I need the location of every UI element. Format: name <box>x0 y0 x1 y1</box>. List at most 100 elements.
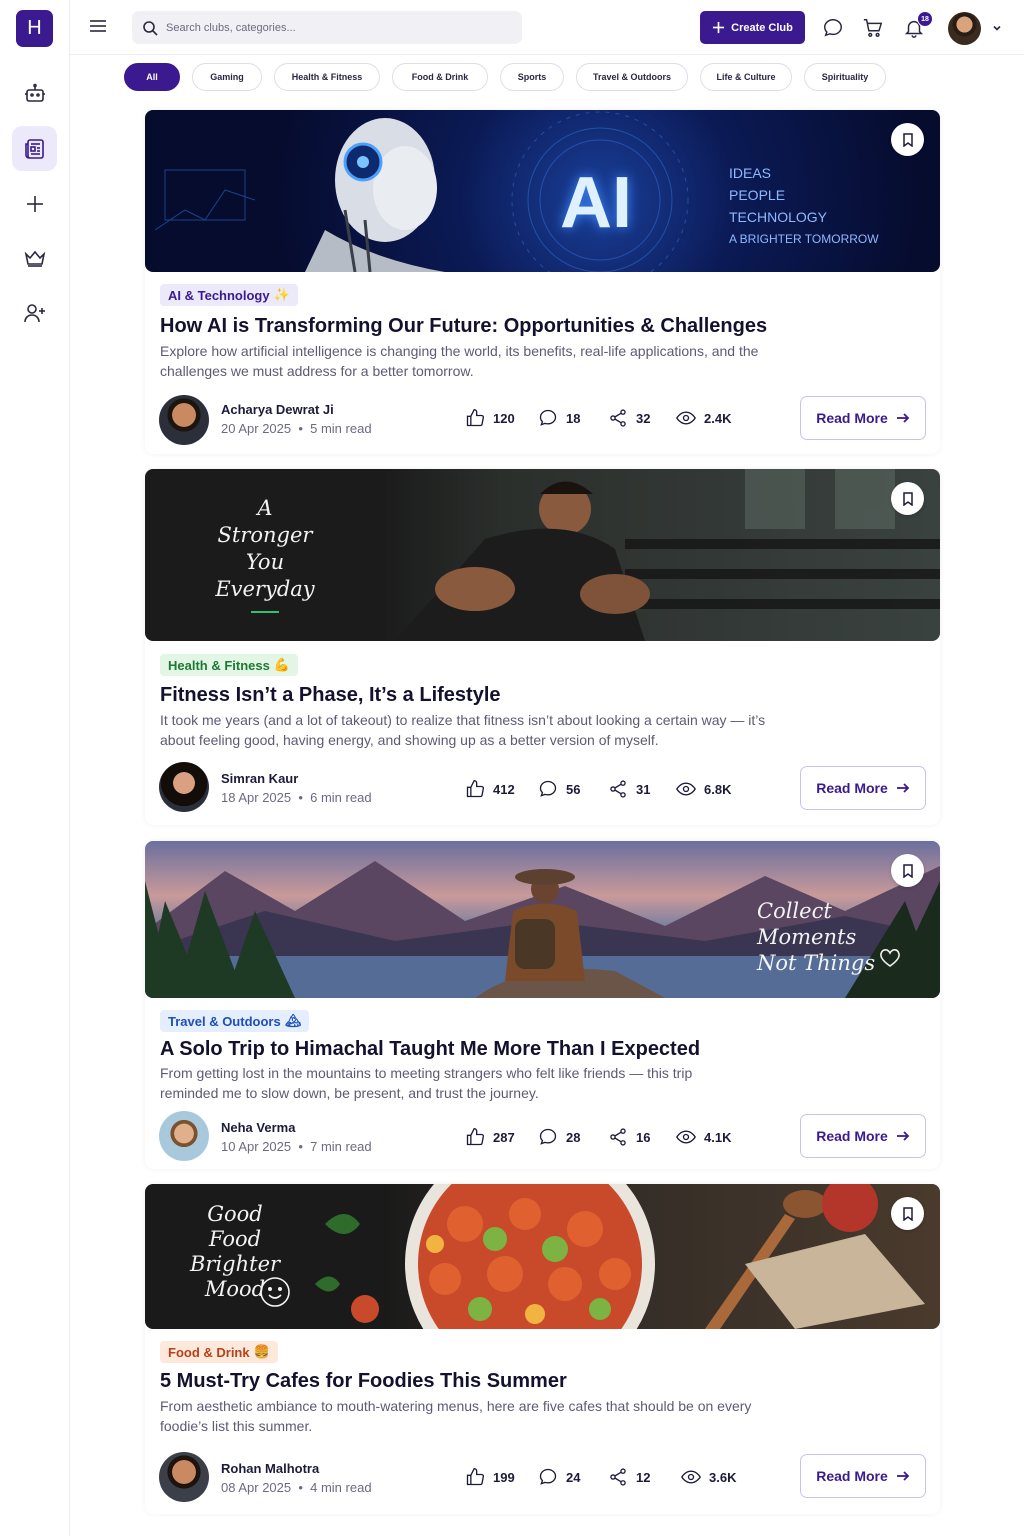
like-stat[interactable]: 120 <box>465 408 515 428</box>
banner-tagline: IDEAS PEOPLE TECHNOLOGY A BRIGHTER TOMOR… <box>729 162 879 250</box>
sidebar-item-feed[interactable] <box>12 126 57 171</box>
post-title[interactable]: 5 Must-Try Cafes for Foodies This Summer <box>160 1370 567 1393</box>
post-title[interactable]: Fitness Isn’t a Phase, It’s a Lifestyle <box>160 684 501 707</box>
like-count: 120 <box>493 410 515 426</box>
author-name[interactable]: Rohan Malhotra <box>221 1461 319 1476</box>
banner-line-3: You <box>245 550 285 574</box>
read-more-label: Read More <box>816 1128 888 1144</box>
hamburger-menu-icon[interactable] <box>88 16 108 36</box>
category-tag[interactable]: Food & Drink 🍔 <box>160 1341 278 1363</box>
like-stat[interactable]: 412 <box>465 779 515 799</box>
banner-line-3: Not Things <box>757 951 876 975</box>
post-banner-image[interactable]: AI IDEAS PEOPLE TECHNOLOGY A BRIGHTER TO… <box>145 110 940 272</box>
sidebar-item-bot[interactable] <box>12 71 57 116</box>
bookmark-button[interactable] <box>891 482 924 515</box>
banner-quote: Collect Moments Not Things <box>757 898 875 976</box>
filter-chip-gaming[interactable]: Gaming <box>192 63 262 91</box>
read-more-button[interactable]: Read More <box>800 396 926 440</box>
comment-icon <box>539 1468 557 1485</box>
banner-ai-text: AI <box>560 163 632 243</box>
category-tag[interactable]: AI & Technology ✨ <box>160 284 298 306</box>
author-avatar[interactable] <box>159 395 209 445</box>
bookmark-button[interactable] <box>891 123 924 156</box>
read-more-label: Read More <box>816 780 888 796</box>
plus-icon <box>713 21 725 34</box>
read-more-button[interactable]: Read More <box>800 1454 926 1498</box>
comment-stat[interactable]: 56 <box>538 779 580 799</box>
create-club-button[interactable]: Create Club <box>700 11 805 44</box>
banner-line-1: Collect <box>757 899 832 923</box>
smiley-icon <box>260 1277 290 1307</box>
filter-chip-food-drink[interactable]: Food & Drink <box>392 63 488 91</box>
sparkle-icon: ✨ <box>273 287 290 302</box>
mountain-icon: 🏔 <box>284 1013 302 1028</box>
author-name[interactable]: Simran Kaur <box>221 771 298 786</box>
author-avatar[interactable] <box>159 762 209 812</box>
add-user-icon <box>23 303 45 322</box>
like-count: 287 <box>493 1129 515 1145</box>
share-stat[interactable]: 16 <box>608 1127 650 1147</box>
comment-stat[interactable]: 18 <box>538 408 580 428</box>
like-stat[interactable]: 287 <box>465 1127 515 1147</box>
heart-icon <box>880 949 900 967</box>
bookmark-button[interactable] <box>891 854 924 887</box>
author-name[interactable]: Neha Verma <box>221 1120 295 1135</box>
read-time: 7 min read <box>310 1139 372 1154</box>
app-logo[interactable]: H <box>16 10 53 47</box>
read-more-button[interactable]: Read More <box>800 766 926 810</box>
post-title[interactable]: How AI is Transforming Our Future: Oppor… <box>160 315 767 338</box>
share-stat[interactable]: 31 <box>608 779 650 799</box>
eye-icon <box>676 782 696 796</box>
comment-count: 24 <box>566 1469 581 1485</box>
share-stat[interactable]: 32 <box>608 408 650 428</box>
thumbs-up-icon <box>466 1127 484 1146</box>
filter-chip-sports[interactable]: Sports <box>500 63 564 91</box>
post-card: A Stronger You Everyday Health & Fitness… <box>145 469 940 825</box>
top-header: Create Club 18 <box>70 0 1024 55</box>
like-stat[interactable]: 199 <box>465 1467 515 1487</box>
filter-chip-health-fitness[interactable]: Health & Fitness <box>274 63 380 91</box>
arrow-right-icon <box>896 783 910 793</box>
bookmark-button[interactable] <box>891 1197 924 1230</box>
filter-chip-life-culture[interactable]: Life & Culture <box>700 63 792 91</box>
post-banner-image[interactable]: A Stronger You Everyday <box>145 469 940 641</box>
sidebar-item-add-friend[interactable] <box>12 290 57 335</box>
post-meta: 18 Apr 2025 • 6 min read <box>221 790 372 805</box>
author-avatar[interactable] <box>159 1111 209 1161</box>
view-count: 6.8K <box>704 781 732 797</box>
category-tag[interactable]: Travel & Outdoors 🏔 <box>160 1010 310 1032</box>
filter-chip-all[interactable]: All <box>124 63 180 91</box>
post-date: 10 Apr 2025 <box>221 1139 292 1154</box>
chat-icon[interactable] <box>822 17 844 39</box>
chevron-down-icon[interactable] <box>991 22 1003 34</box>
share-stat[interactable]: 12 <box>608 1467 650 1487</box>
cart-icon[interactable] <box>862 17 884 39</box>
post-meta: 10 Apr 2025 • 7 min read <box>221 1139 372 1154</box>
post-card: Collect Moments Not Things Travel & Outd… <box>145 841 940 1169</box>
read-more-button[interactable]: Read More <box>800 1114 926 1158</box>
filter-chip-spirituality[interactable]: Spirituality <box>804 63 886 91</box>
search-bar[interactable] <box>132 11 522 44</box>
filter-chip-travel-outdoors[interactable]: Travel & Outdoors <box>576 63 688 91</box>
banner-line-3: Brighter <box>189 1252 281 1276</box>
author-avatar[interactable] <box>159 1452 209 1502</box>
sidebar-item-premium[interactable] <box>12 235 57 280</box>
author-name[interactable]: Acharya Dewrat Ji <box>221 402 334 417</box>
category-tag-label: AI & Technology <box>168 287 270 303</box>
comment-stat[interactable]: 24 <box>538 1467 580 1487</box>
like-count: 412 <box>493 781 515 797</box>
user-avatar[interactable] <box>948 12 981 45</box>
post-meta: 08 Apr 2025 • 4 min read <box>221 1480 372 1495</box>
post-title[interactable]: A Solo Trip to Himachal Taught Me More T… <box>160 1038 700 1061</box>
comment-stat[interactable]: 28 <box>538 1127 580 1147</box>
share-count: 32 <box>636 410 651 426</box>
banner-line-1: Good <box>207 1202 263 1226</box>
banner-line-2: Stronger <box>217 523 313 547</box>
post-banner-image[interactable]: Good Food Brighter Mood <box>145 1184 940 1329</box>
read-time: 5 min read <box>310 421 372 436</box>
sidebar-item-create[interactable] <box>12 181 57 226</box>
category-tag[interactable]: Health & Fitness 💪 <box>160 654 299 676</box>
post-banner-image[interactable]: Collect Moments Not Things <box>145 841 940 998</box>
search-input[interactable] <box>166 21 486 34</box>
robot-icon <box>24 83 45 102</box>
